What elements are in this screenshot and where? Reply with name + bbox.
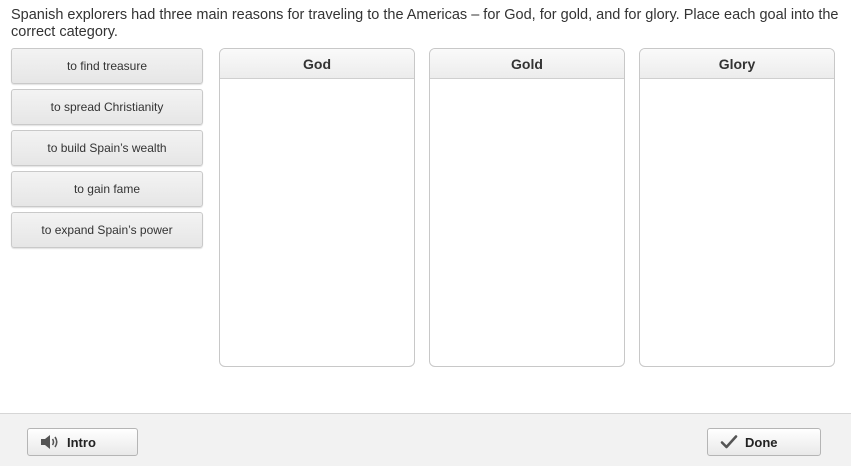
category-bin-glory[interactable]: Glory	[639, 48, 835, 367]
footer-bar: Intro Done	[0, 413, 851, 466]
drop-zone-glory[interactable]	[640, 79, 834, 366]
category-header-glory: Glory	[640, 49, 834, 79]
drop-zone-gold[interactable]	[430, 79, 624, 366]
checkmark-icon	[720, 434, 738, 450]
category-header-god: God	[220, 49, 414, 79]
category-header-gold: Gold	[430, 49, 624, 79]
intro-button-label: Intro	[67, 434, 96, 450]
done-button-label: Done	[745, 434, 778, 450]
drag-tile-find-treasure[interactable]: to find treasure	[11, 48, 203, 84]
drag-tile-gain-fame[interactable]: to gain fame	[11, 171, 203, 207]
category-bin-gold[interactable]: Gold	[429, 48, 625, 367]
drag-tile-build-wealth[interactable]: to build Spain’s wealth	[11, 130, 203, 166]
done-button[interactable]: Done	[707, 428, 821, 456]
category-bin-god[interactable]: God	[219, 48, 415, 367]
drop-zone-god[interactable]	[220, 79, 414, 366]
intro-button[interactable]: Intro	[27, 428, 138, 456]
speaker-icon	[40, 434, 60, 450]
question-prompt: Spanish explorers had three main reasons…	[11, 7, 839, 40]
drag-tile-expand-power[interactable]: to expand Spain’s power	[11, 212, 203, 248]
drag-tile-spread-christianity[interactable]: to spread Christianity	[11, 89, 203, 125]
